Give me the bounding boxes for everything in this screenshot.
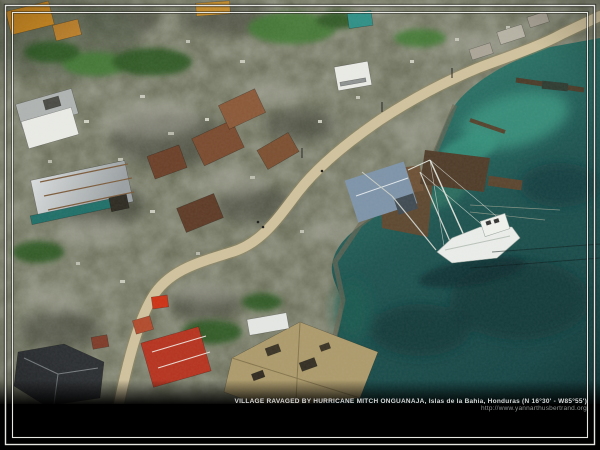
caption: VILLAGE RAVAGED BY HURRICANE MITCH ONGUA… <box>234 398 587 412</box>
aerial-photo-scene <box>0 0 600 450</box>
photo-credit-url: http://www.yannarthusbertrand.org <box>234 405 587 412</box>
caption-title: VILLAGE RAVAGED BY HURRICANE MITCH ONGUA… <box>234 398 587 405</box>
wallpaper-photo: VILLAGE RAVAGED BY HURRICANE MITCH ONGUA… <box>0 0 600 450</box>
